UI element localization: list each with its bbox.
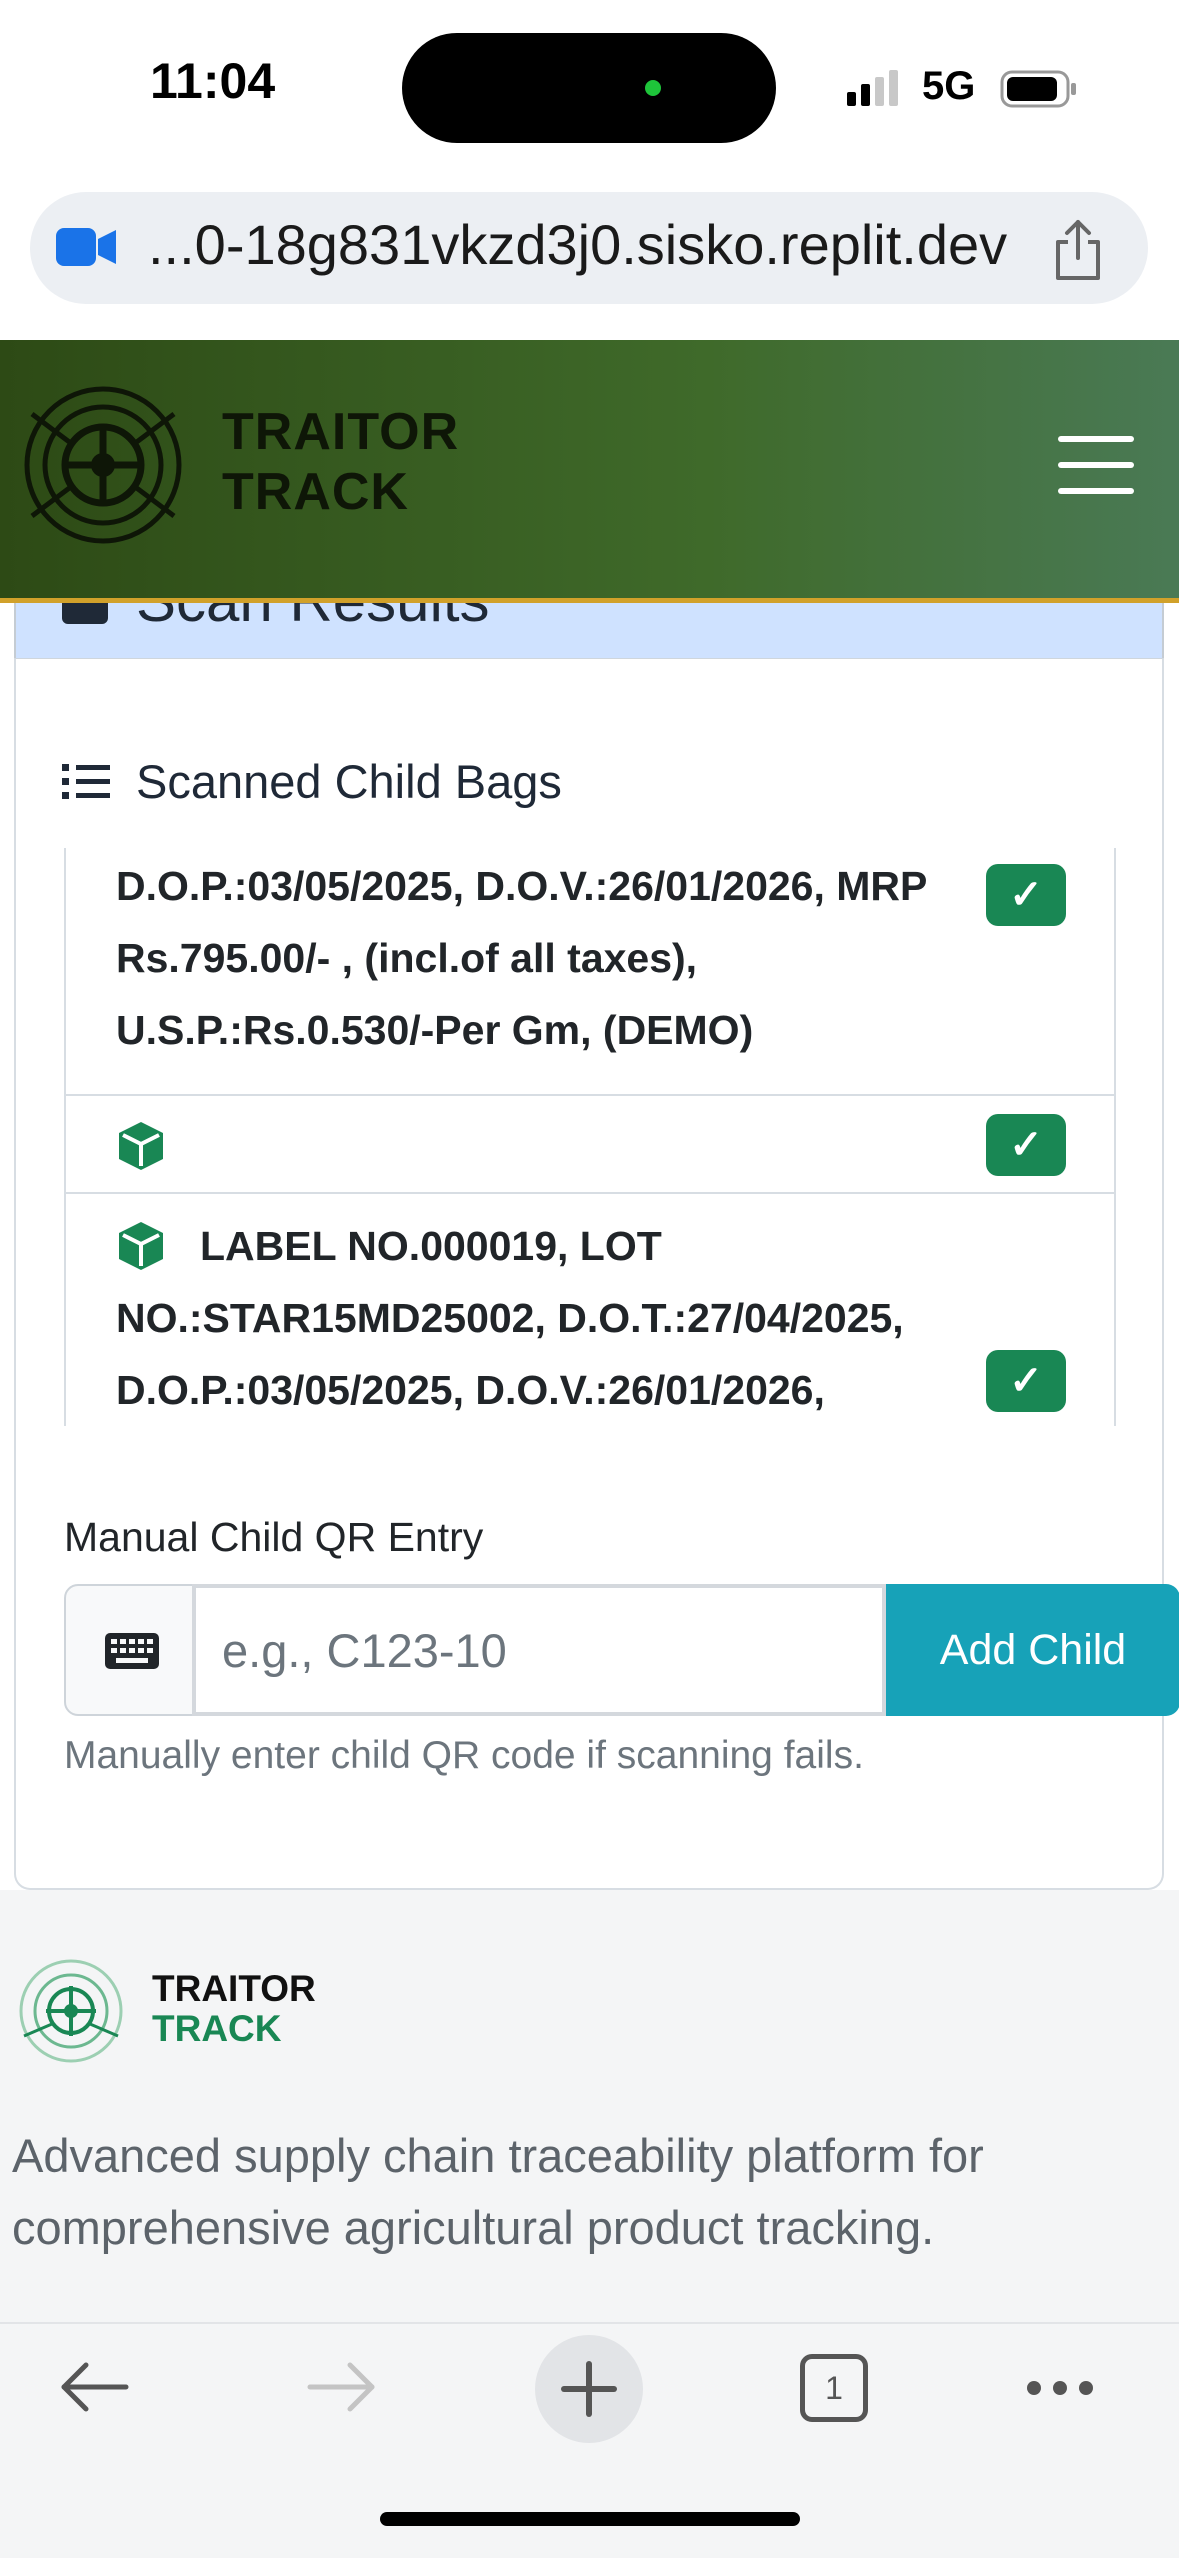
help-text: Manually enter child QR code if scanning… xyxy=(64,1734,864,1777)
home-indicator xyxy=(380,2512,800,2526)
list-item: LABEL NO.000019, LOT NO.:STAR15MD25002, … xyxy=(66,1194,1114,1426)
network-type: 5G xyxy=(922,64,976,108)
list-item: D.O.P.:03/05/2025, D.O.V.:26/01/2026, MR… xyxy=(66,848,1114,1096)
back-arrow-icon[interactable] xyxy=(58,2358,132,2416)
list-item: ✓ xyxy=(66,1096,1114,1194)
tab-count: 1 xyxy=(825,2370,843,2406)
footer-description: Advanced supply chain traceability platf… xyxy=(12,2129,984,2254)
add-child-button[interactable]: Add Child xyxy=(886,1584,1179,1716)
manual-entry-label: Manual Child QR Entry xyxy=(64,1514,484,1560)
new-tab-icon[interactable] xyxy=(534,2334,644,2444)
checkmark-icon[interactable]: ✓ xyxy=(986,1350,1066,1412)
brand-name[interactable]: TRAITOR TRACK xyxy=(222,402,459,522)
child-qr-input[interactable] xyxy=(192,1584,886,1716)
child-bag-list[interactable]: D.O.P.:03/05/2025, D.O.V.:26/01/2026, MR… xyxy=(64,848,1116,1426)
checkmark-icon[interactable]: ✓ xyxy=(986,1114,1066,1176)
keyboard-icon xyxy=(105,1633,159,1669)
footer-brand-line-1: TRAITOR xyxy=(152,1968,316,2009)
camera-indicator-dot xyxy=(645,80,661,96)
dynamic-island xyxy=(402,33,776,143)
logo-icon[interactable] xyxy=(22,384,184,546)
battery-icon xyxy=(1000,70,1076,108)
more-icon[interactable] xyxy=(1024,2376,1096,2400)
list-icon xyxy=(62,764,110,799)
share-icon[interactable] xyxy=(1050,218,1106,282)
forward-arrow-icon[interactable] xyxy=(304,2358,378,2416)
footer-brand-line-2: TRACK xyxy=(152,2008,282,2049)
camera-icon xyxy=(56,228,116,266)
status-time: 11:04 xyxy=(150,53,276,109)
list-item-text: LABEL NO.000019, LOT NO.:STAR15MD25002, … xyxy=(116,1223,904,1413)
box-icon xyxy=(119,1122,163,1170)
manual-entry-group: Add Child xyxy=(64,1584,1179,1716)
tabs-button[interactable]: 1 xyxy=(800,2354,868,2422)
brand-line-2: TRACK xyxy=(222,463,409,521)
signal-icon xyxy=(847,70,898,106)
url-text[interactable]: ...0-18g831vkzd3j0.sisko.replit.dev xyxy=(148,212,1028,277)
footer-logo-icon xyxy=(19,1959,123,2063)
section-title: Scanned Child Bags xyxy=(136,755,562,808)
brand-line-1: TRAITOR xyxy=(222,403,460,461)
checkmark-icon[interactable]: ✓ xyxy=(986,864,1066,926)
keyboard-addon xyxy=(64,1584,194,1716)
menu-icon[interactable] xyxy=(1058,436,1134,494)
list-item-text: D.O.P.:03/05/2025, D.O.V.:26/01/2026, MR… xyxy=(116,863,927,1053)
